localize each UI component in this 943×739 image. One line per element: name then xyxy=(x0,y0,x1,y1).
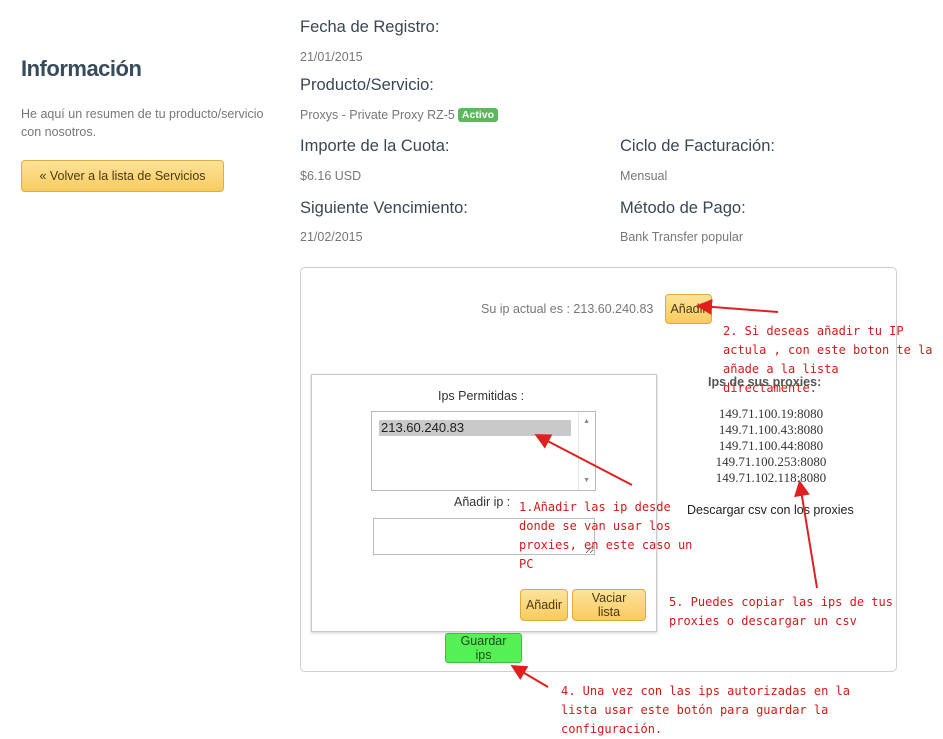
arrow-note-1 xyxy=(534,434,633,486)
arrow-note-2 xyxy=(696,298,779,315)
annotation-note-4: 4. Una vez con las ips autorizadas en la… xyxy=(561,684,850,736)
arrow-note-4 xyxy=(510,664,549,688)
arrow-note-5 xyxy=(794,480,818,589)
annotation-note-2: 2. Si deseas añadir tu IP actula , con e… xyxy=(723,324,933,395)
annotation-note-5: 5. Puedes copiar las ips de tus proxies … xyxy=(669,595,893,628)
annotation-note-1: 1.Añadir las ip desde donde se van usar … xyxy=(519,500,693,571)
